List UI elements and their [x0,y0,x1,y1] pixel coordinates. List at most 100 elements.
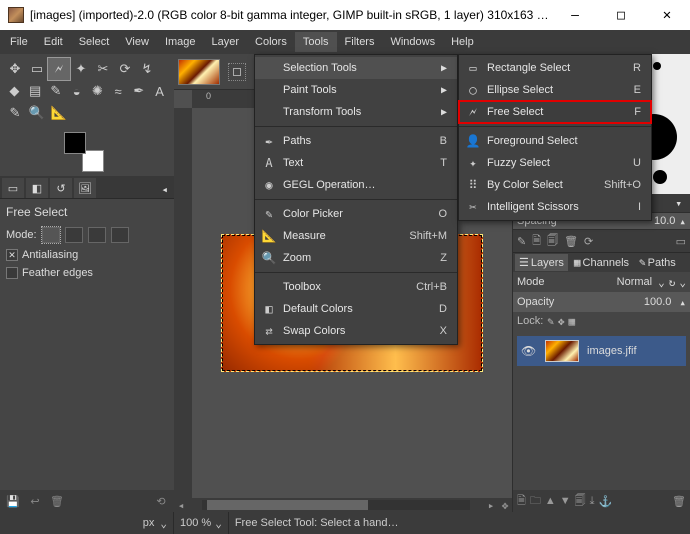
tools-menu-swap-colors[interactable]: ⇄Swap ColorsX [255,320,457,342]
layer-thumbnail[interactable] [545,340,579,362]
maximize-button[interactable]: □ [598,0,644,30]
chevron-down-icon[interactable]: ⌄ [679,276,686,289]
selection-menu-by-color-select[interactable]: ⠿By Color SelectShift+O [459,174,651,196]
free-select-tool-icon[interactable]: 🗲 [48,58,70,80]
color-picker-tool-icon[interactable]: ✎ [4,102,26,124]
edit-brush-icon[interactable]: ✎ [517,235,526,248]
device-status-tab-icon[interactable]: ◧ [26,178,48,198]
refresh-brushes-icon[interactable]: ⟳ [584,235,593,248]
gradient-tool-icon[interactable]: ▤ [25,80,46,102]
chevron-down-icon[interactable]: ⌄ [658,276,665,289]
feather-checkbox[interactable] [6,267,18,279]
delete-brush-icon[interactable]: 🗑 [564,235,578,248]
mode-replace-button[interactable] [42,227,60,243]
raise-layer-icon[interactable]: ▲ [545,495,556,507]
new-layer-icon[interactable]: 🗎 [517,492,526,511]
anchor-layer-icon[interactable]: ⚓ [599,495,613,508]
tools-menu-gegl-operation-[interactable]: ◉GEGL Operation… [255,174,457,196]
eraser-tool-icon[interactable]: ◒ [66,80,87,102]
selection-menu-intelligent-scissors[interactable]: ✂Intelligent ScissorsI [459,196,651,218]
layer-mode-row[interactable]: Mode Normal ⌄ ↻ ⌄ [513,272,690,292]
mode-switch-icon[interactable]: ↻ [669,276,676,289]
menu-select[interactable]: Select [71,32,118,52]
menu-colors[interactable]: Colors [247,32,295,52]
reset-preset-icon[interactable]: ⟲ [152,493,170,509]
merge-down-icon[interactable]: ⤓ [590,495,595,508]
delete-layer-icon[interactable]: 🗑 [672,495,686,508]
tools-menu-paint-tools[interactable]: Paint Tools▶ [255,79,457,101]
menu-help[interactable]: Help [443,32,482,52]
scroll-thumb[interactable] [207,500,368,510]
text-tool-icon[interactable]: A [149,80,170,102]
selection-menu-free-select[interactable]: 🗲Free SelectF [459,101,651,123]
spacing-stepper-icon[interactable]: ▴ [679,215,686,228]
lock-pixels-icon[interactable]: ✎ [547,315,554,328]
selection-menu-foreground-select[interactable]: 👤Foreground Select [459,130,651,152]
images-tab-icon[interactable]: 🖼 [74,178,96,198]
tools-menu-text[interactable]: ATextT [255,152,457,174]
chevron-down-icon[interactable]: ⌄ [215,517,222,530]
scroll-right-icon[interactable]: ▸ [484,498,498,512]
zoom-value[interactable]: 100 % [180,517,211,529]
restore-preset-icon[interactable]: ↩ [26,493,44,509]
dock-menu-arrow-icon[interactable]: ◂ [155,181,174,198]
lower-layer-icon[interactable]: ▼ [560,495,571,507]
tools-menu-zoom[interactable]: 🔍ZoomZ [255,247,457,269]
visibility-eye-icon[interactable]: 👁 [521,344,537,358]
tab-layers[interactable]: ☰Layers [515,254,568,271]
mode-intersect-button[interactable] [111,227,129,243]
selection-menu-ellipse-select[interactable]: ◯Ellipse SelectE [459,79,651,101]
canvas-nav-icon[interactable]: ✥ [498,498,512,512]
tools-menu-toolbox[interactable]: ToolboxCtrl+B [255,276,457,298]
horizontal-scrollbar[interactable]: ◂ ▸ ✥ [174,498,512,512]
navigation-thumbnail[interactable] [228,63,246,81]
image-thumbnail[interactable] [178,59,220,85]
clone-tool-icon[interactable]: ✺ [87,80,108,102]
menu-file[interactable]: File [2,32,36,52]
fuzzy-select-tool-icon[interactable]: ✦ [70,58,92,80]
zoom-tool-icon[interactable]: 🔍 [26,102,48,124]
lock-position-icon[interactable]: ✥ [558,315,565,328]
smudge-tool-icon[interactable]: ≈ [108,80,129,102]
menu-windows[interactable]: Windows [382,32,443,52]
crop-tool-icon[interactable]: ✂ [92,58,114,80]
delete-preset-icon[interactable]: 🗑 [48,493,66,509]
measure-tool-icon[interactable]: 📐 [48,102,70,124]
selection-menu-rectangle-select[interactable]: ▭Rectangle SelectR [459,57,651,79]
history-tab-icon[interactable]: ↺ [50,178,72,198]
unit-selector[interactable]: px [143,517,155,529]
mode-add-button[interactable] [65,227,83,243]
menu-filters[interactable]: Filters [337,32,383,52]
new-group-icon[interactable]: 🗀 [530,492,541,511]
layer-opacity-row[interactable]: Opacity 100.0 ▴ [513,292,690,312]
opacity-stepper-icon[interactable]: ▴ [679,296,686,309]
tools-menu-default-colors[interactable]: ◧Default ColorsD [255,298,457,320]
close-button[interactable]: ✕ [644,0,690,30]
lock-alpha-icon[interactable]: ▦ [569,315,576,328]
mode-subtract-button[interactable] [88,227,106,243]
tools-menu-color-picker[interactable]: ✎Color PickerO [255,203,457,225]
fg-color-swatch[interactable] [64,132,86,154]
vertical-ruler[interactable] [174,108,192,498]
tools-menu-transform-tools[interactable]: Transform Tools▶ [255,101,457,123]
scroll-left-icon[interactable]: ◂ [174,498,188,512]
duplicate-brush-icon[interactable]: 🗐 [547,232,558,251]
tools-menu-measure[interactable]: 📐MeasureShift+M [255,225,457,247]
chevron-down-icon[interactable]: ⌄ [160,517,167,530]
open-as-image-icon[interactable]: ▭ [676,235,686,248]
new-brush-icon[interactable]: 🗎 [532,232,541,251]
menu-layer[interactable]: Layer [204,32,248,52]
chevron-down-icon[interactable]: ▾ [671,197,686,210]
move-tool-icon[interactable]: ✥ [4,58,26,80]
save-preset-icon[interactable]: 💾 [4,493,22,509]
paths-tool-icon[interactable]: ✒ [129,80,150,102]
menu-tools[interactable]: Tools [295,32,337,52]
tab-channels[interactable]: ▦Channels [570,254,633,271]
selection-menu-fuzzy-select[interactable]: ✦Fuzzy SelectU [459,152,651,174]
fg-bg-colors[interactable] [64,132,104,172]
layer-name[interactable]: images.jfif [587,345,637,357]
pencil-tool-icon[interactable]: ✎ [46,80,67,102]
menu-view[interactable]: View [117,32,157,52]
menu-edit[interactable]: Edit [36,32,71,52]
tab-paths[interactable]: ✎Paths [635,254,680,271]
